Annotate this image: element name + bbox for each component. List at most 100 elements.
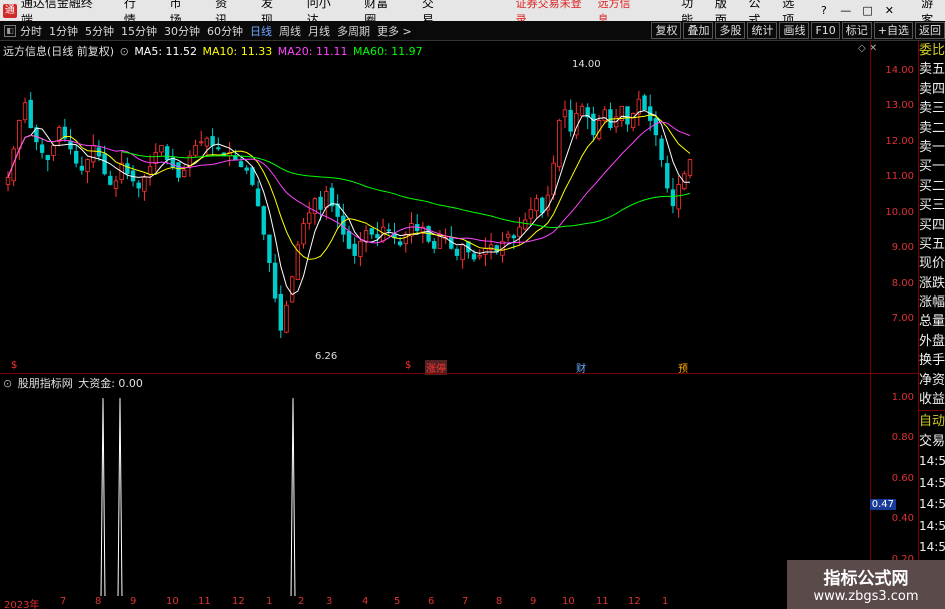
candle[interactable] <box>301 218 306 249</box>
candle[interactable] <box>363 225 369 253</box>
candle[interactable] <box>505 230 511 242</box>
candle[interactable] <box>591 106 596 142</box>
event-marker[interactable]: $ <box>11 360 17 371</box>
period-60min[interactable]: 60分钟 <box>207 23 243 39</box>
panel-toggle-icon[interactable]: ◧ <box>4 24 16 37</box>
f10-button[interactable]: F10 <box>811 22 840 39</box>
candle[interactable] <box>307 201 312 230</box>
candle[interactable] <box>665 155 670 193</box>
help-icon[interactable]: ? <box>816 4 832 17</box>
close-icon[interactable]: ✕ <box>881 4 897 17</box>
candle[interactable] <box>545 185 551 217</box>
candle[interactable] <box>147 154 153 186</box>
candle[interactable] <box>28 92 33 129</box>
candle[interactable] <box>636 90 642 126</box>
candle[interactable] <box>278 285 283 339</box>
candle[interactable] <box>181 164 187 178</box>
draw-line-button[interactable]: 画线 <box>779 22 810 39</box>
candle[interactable] <box>352 237 357 264</box>
add-watchlist-button[interactable]: +自选 <box>873 22 913 39</box>
candle[interactable] <box>414 214 420 233</box>
candle[interactable] <box>534 194 539 218</box>
candle[interactable] <box>432 238 437 254</box>
settings-icon[interactable]: ⊙ <box>3 377 12 390</box>
candle[interactable] <box>244 165 249 174</box>
candle[interactable] <box>625 106 630 132</box>
candle[interactable] <box>324 185 329 220</box>
candle[interactable] <box>460 243 465 269</box>
candle[interactable] <box>659 135 664 168</box>
candle[interactable] <box>255 181 261 207</box>
period-daily[interactable]: 日线 <box>250 23 272 39</box>
trade-button[interactable]: 交易 <box>919 432 945 451</box>
candle[interactable] <box>51 143 56 161</box>
period-15min[interactable]: 15分钟 <box>121 23 157 39</box>
candle[interactable] <box>39 137 45 159</box>
fuquan-button[interactable]: 复权 <box>651 22 682 39</box>
candle[interactable] <box>329 182 335 212</box>
period-monthly[interactable]: 月线 <box>308 23 330 39</box>
candle[interactable] <box>45 154 50 172</box>
candle[interactable] <box>62 118 68 142</box>
candle[interactable] <box>85 158 90 184</box>
period-weekly[interactable]: 周线 <box>279 23 301 39</box>
candle[interactable] <box>409 212 414 244</box>
candle[interactable] <box>557 118 562 172</box>
candle[interactable] <box>602 106 607 124</box>
candle[interactable] <box>630 112 636 132</box>
candle[interactable] <box>17 119 22 160</box>
minimize-icon[interactable]: — <box>838 4 854 17</box>
candle[interactable] <box>79 156 85 175</box>
candle[interactable] <box>96 140 102 162</box>
candle[interactable] <box>579 103 585 117</box>
candle[interactable] <box>176 162 181 182</box>
back-button[interactable]: 返回 <box>915 22 945 39</box>
candle[interactable] <box>22 97 28 124</box>
candle[interactable] <box>642 93 647 111</box>
overlay-button[interactable]: 叠加 <box>683 22 714 39</box>
candle[interactable] <box>568 99 573 137</box>
multi-stock-button[interactable]: 多股 <box>715 22 746 39</box>
indicator-chart[interactable] <box>0 374 870 596</box>
candle[interactable] <box>113 175 119 197</box>
candle[interactable] <box>517 217 522 246</box>
period-5min[interactable]: 5分钟 <box>85 23 114 39</box>
candle[interactable] <box>272 253 278 303</box>
candle[interactable] <box>136 180 141 198</box>
candlestick-chart[interactable] <box>0 41 870 373</box>
mark-button[interactable]: 标记 <box>841 22 872 39</box>
candle[interactable] <box>676 175 681 218</box>
event-marker[interactable]: $ <box>405 360 411 371</box>
candle[interactable] <box>528 197 534 226</box>
candle[interactable] <box>574 102 579 140</box>
candle[interactable] <box>267 234 272 273</box>
candle[interactable] <box>289 275 295 303</box>
candle[interactable] <box>170 148 176 171</box>
candle[interactable] <box>454 246 460 261</box>
candle[interactable] <box>261 205 266 241</box>
candle[interactable] <box>295 241 301 281</box>
maximize-icon[interactable]: □ <box>860 4 876 17</box>
candle[interactable] <box>466 241 471 259</box>
candle[interactable] <box>199 130 204 147</box>
candle[interactable] <box>159 144 164 157</box>
candle[interactable] <box>284 300 289 334</box>
candle[interactable] <box>670 177 676 214</box>
period-1min[interactable]: 1分钟 <box>49 23 78 39</box>
candle[interactable] <box>426 225 431 244</box>
settings-icon[interactable]: ⊙ <box>120 45 129 58</box>
candle[interactable] <box>119 151 124 184</box>
candle[interactable] <box>346 225 352 250</box>
candle[interactable] <box>56 125 62 147</box>
candle[interactable] <box>608 102 613 131</box>
candle[interactable] <box>227 142 232 167</box>
candle[interactable] <box>108 170 113 186</box>
candle[interactable] <box>187 150 193 177</box>
candle[interactable] <box>437 230 443 249</box>
candle[interactable] <box>369 228 374 239</box>
candle[interactable] <box>522 212 528 231</box>
candle[interactable] <box>562 100 568 129</box>
period-more[interactable]: 更多 > <box>377 23 412 39</box>
candle[interactable] <box>687 158 693 179</box>
candle[interactable] <box>380 218 386 243</box>
